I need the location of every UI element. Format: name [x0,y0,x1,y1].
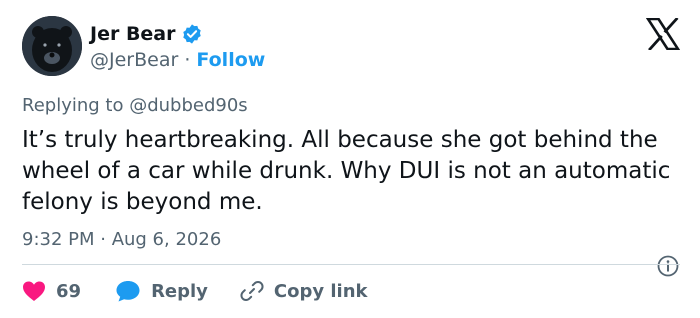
bear-avatar-icon [22,16,82,76]
like-button[interactable]: 69 [22,280,81,302]
avatar[interactable] [22,16,82,76]
author-handle[interactable]: @JerBear [90,49,178,71]
author-handle-row: @JerBear · Follow [90,48,265,72]
handle-separator: · [178,49,197,71]
reply-context-prefix: Replying to [22,95,130,116]
reply-label: Reply [151,280,208,302]
reply-context-handle[interactable]: @dubbed90s [129,95,247,116]
tweet-text: It’s truly heartbreaking. All because sh… [22,127,671,215]
copy-link-label: Copy link [273,280,368,302]
link-icon [240,280,264,302]
divider [22,264,680,265]
reply-context: Replying to @dubbed90s [22,94,248,118]
tweet-timestamp[interactable]: 9:32 PM · Aug 6, 2026 [22,228,221,252]
x-logo-icon[interactable] [645,17,681,51]
heart-icon [23,281,45,301]
reply-button[interactable]: Reply [115,279,208,303]
follow-button[interactable]: Follow [196,49,265,71]
copy-link-button[interactable]: Copy link [240,279,368,303]
info-icon[interactable] [656,254,680,278]
speech-bubble-icon [116,281,140,302]
action-bar: 69 Reply Copy link [22,278,368,304]
author-display-name[interactable]: Jer Bear [90,22,176,46]
author-name-row: Jer Bear [90,22,203,46]
like-count: 69 [56,280,82,302]
verified-badge-icon [181,23,203,45]
